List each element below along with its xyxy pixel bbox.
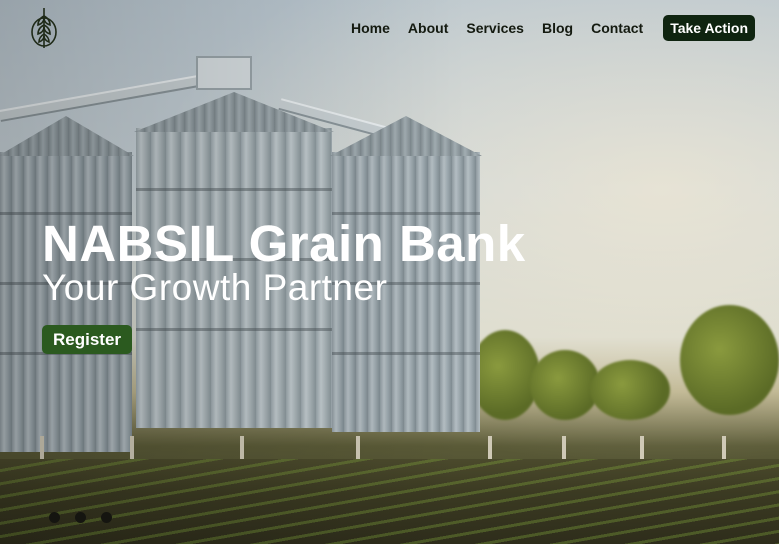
- register-button[interactable]: Register: [42, 325, 132, 354]
- nav-blog[interactable]: Blog: [542, 15, 573, 41]
- carousel-dot-1[interactable]: [49, 512, 60, 523]
- hero-subtitle: Your Growth Partner: [42, 267, 388, 308]
- main-nav: Home About Services Blog Contact Take Ac…: [333, 15, 755, 41]
- nav-services[interactable]: Services: [466, 15, 524, 41]
- take-action-button[interactable]: Take Action: [663, 15, 755, 41]
- hero-section: Home About Services Blog Contact Take Ac…: [0, 0, 779, 544]
- carousel-dot-3[interactable]: [101, 512, 112, 523]
- nav-home[interactable]: Home: [351, 15, 390, 41]
- nav-contact[interactable]: Contact: [591, 15, 643, 41]
- carousel-dot-2[interactable]: [75, 512, 86, 523]
- carousel-dots: [49, 512, 127, 523]
- nav-about[interactable]: About: [408, 15, 448, 41]
- wheat-icon[interactable]: [28, 6, 60, 50]
- hero-title: NABSIL Grain Bank: [42, 215, 526, 272]
